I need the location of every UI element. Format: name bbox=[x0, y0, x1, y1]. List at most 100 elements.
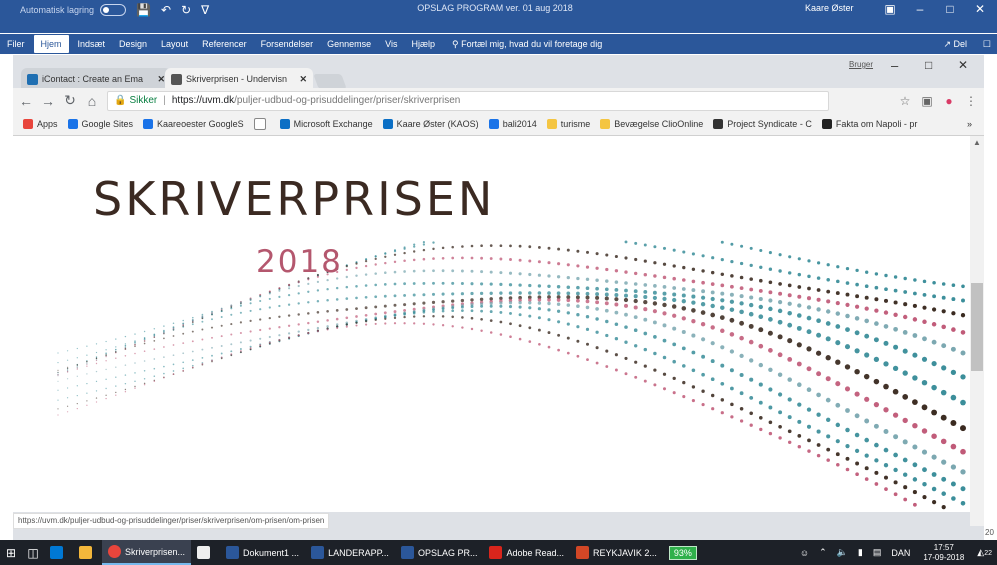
word-minimize-icon[interactable]: – bbox=[905, 0, 935, 19]
taskbar-word-landerapp[interactable]: LANDERAPP... bbox=[305, 540, 395, 565]
wave-dot bbox=[701, 389, 705, 393]
reload-icon[interactable]: ↻ bbox=[61, 92, 79, 109]
task-view-icon[interactable]: ◫ bbox=[22, 546, 44, 560]
wave-dot bbox=[499, 304, 503, 308]
close-tab-icon[interactable]: ✕ bbox=[157, 74, 165, 85]
redo-icon[interactable]: ↻ bbox=[181, 3, 191, 17]
bookmark-napoli[interactable]: Fakta om Napoli - pr bbox=[821, 119, 917, 129]
share-button[interactable]: ↗ Del bbox=[943, 39, 967, 50]
customize-qa-icon[interactable]: ∇ bbox=[201, 3, 209, 17]
home-icon[interactable]: ⌂ bbox=[83, 93, 101, 109]
wave-dot bbox=[249, 330, 252, 333]
bookmark-google-sites[interactable]: Google Sites bbox=[67, 119, 133, 129]
chrome-user-button[interactable]: Bruger bbox=[849, 60, 873, 69]
volume-icon[interactable]: 🔈 bbox=[837, 547, 848, 558]
back-icon[interactable]: ← bbox=[17, 93, 35, 109]
taskbar-chrome[interactable]: Skriverprisen... bbox=[102, 540, 192, 565]
windows-start-icon[interactable]: ⊞ bbox=[0, 546, 22, 560]
close-tab-icon[interactable]: ✕ bbox=[299, 74, 307, 85]
wave-dot bbox=[307, 282, 310, 286]
tab-hjem[interactable]: Hjem bbox=[33, 35, 69, 53]
taskbar-explorer[interactable] bbox=[73, 540, 102, 565]
taskbar-notepad[interactable] bbox=[191, 540, 220, 565]
tab-referencer[interactable]: Referencer bbox=[195, 35, 254, 53]
taskbar-outlook[interactable] bbox=[44, 540, 73, 565]
browser-toolbar: ← → ↻ ⌂ 🔒 Sikker | https://uvm.dk/puljer… bbox=[13, 88, 984, 113]
language-indicator[interactable]: DAN bbox=[891, 548, 910, 558]
people-icon[interactable]: ☺ bbox=[800, 548, 809, 558]
bookmark-label: turisme bbox=[560, 119, 591, 129]
taskbar-label: Skriverprisen... bbox=[125, 546, 186, 557]
undo-icon[interactable]: ↶ bbox=[161, 3, 171, 17]
wave-dot bbox=[95, 359, 98, 361]
bookmark-kaareoester[interactable]: Kaareoester GoogleS bbox=[143, 119, 244, 129]
bookmark-turisme[interactable]: turisme bbox=[546, 119, 591, 129]
comment-icon[interactable]: ☐ bbox=[983, 39, 991, 50]
bookmark-bali[interactable]: bali2014 bbox=[488, 119, 537, 129]
browser-tab-skriverprisen[interactable]: Skriverprisen - Undervisn ✕ bbox=[165, 68, 313, 90]
browser-maximize-icon[interactable]: □ bbox=[925, 58, 932, 72]
tab-hjaelp[interactable]: Hjælp bbox=[405, 35, 443, 53]
word-close-icon[interactable]: ✕ bbox=[965, 0, 995, 19]
taskbar-word-opslag[interactable]: OPSLAG PR... bbox=[395, 540, 484, 565]
tab-indsaet[interactable]: Indsæt bbox=[71, 35, 113, 53]
ribbon-display-icon[interactable]: ▣ bbox=[875, 0, 905, 19]
tab-forsendelser[interactable]: Forsendelser bbox=[254, 35, 321, 53]
wave-dot bbox=[105, 397, 107, 400]
wave-dot bbox=[576, 285, 580, 290]
wave-dot bbox=[153, 348, 156, 350]
taskbar-adobe[interactable]: Adobe Read... bbox=[483, 540, 570, 565]
wave-dot bbox=[921, 356, 928, 362]
browser-minimize-icon[interactable]: – bbox=[891, 58, 898, 73]
word-user-name[interactable]: Kaare Øster bbox=[805, 3, 854, 13]
battery-indicator[interactable]: 93% bbox=[668, 545, 697, 560]
tab-layout[interactable]: Layout bbox=[154, 35, 195, 53]
tell-me-search[interactable]: ⚲ Fortæl mig, hvad du vil foretage dig bbox=[452, 39, 602, 50]
browser-tab-icontact[interactable]: iContact : Create an Ema ✕ bbox=[21, 68, 171, 90]
scroll-up-icon[interactable]: ▲ bbox=[970, 136, 984, 150]
wave-dot bbox=[720, 328, 725, 334]
tab-filer[interactable]: Filer bbox=[0, 35, 32, 53]
wave-dot bbox=[460, 298, 465, 303]
new-tab-button[interactable] bbox=[313, 74, 347, 89]
save-icon[interactable]: 💾 bbox=[136, 3, 151, 17]
notifications-icon[interactable]: ◭22 bbox=[977, 547, 992, 558]
bookmark-page[interactable] bbox=[253, 118, 270, 130]
bookmark-project-syndicate[interactable]: Project Syndicate - C bbox=[713, 119, 812, 129]
network-icon[interactable]: ▤ bbox=[873, 547, 882, 558]
extension-color-icon[interactable]: ● bbox=[940, 94, 958, 108]
wave-dot bbox=[778, 269, 782, 273]
wave-dot bbox=[931, 454, 937, 460]
taskbar-word-dokument1[interactable]: Dokument1 ... bbox=[220, 540, 305, 565]
word-restore-icon[interactable]: □ bbox=[935, 0, 965, 19]
show-hidden-icons-icon[interactable]: ⌃ bbox=[819, 547, 827, 558]
wave-dot bbox=[239, 321, 242, 324]
bookmark-kaos[interactable]: Kaare Øster (KAOS) bbox=[382, 119, 479, 129]
wave-dot bbox=[806, 296, 812, 301]
bookmarks-more-button[interactable]: » bbox=[967, 119, 972, 129]
browser-close-icon[interactable]: ✕ bbox=[958, 58, 968, 72]
lock-icon[interactable]: 🔒 bbox=[114, 95, 126, 106]
battery-icon[interactable]: ▮ bbox=[858, 547, 863, 558]
wave-dot bbox=[249, 309, 252, 312]
taskbar-powerpoint[interactable]: REYKJAVIK 2... bbox=[570, 540, 663, 565]
autosave-toggle[interactable] bbox=[100, 3, 127, 16]
menu-icon[interactable]: ⋮ bbox=[962, 94, 980, 108]
forward-icon[interactable]: → bbox=[39, 93, 57, 109]
wave-dot bbox=[115, 348, 117, 351]
scrollbar-thumb[interactable] bbox=[971, 283, 983, 371]
extension-icon[interactable]: ▣ bbox=[918, 94, 936, 108]
tab-design[interactable]: Design bbox=[112, 35, 154, 53]
bookmark-clioonline[interactable]: Bevægelse ClioOnline bbox=[600, 119, 703, 129]
bookmark-apps[interactable]: Apps bbox=[23, 119, 58, 129]
bookmark-star-icon[interactable]: ☆ bbox=[896, 94, 914, 108]
clock[interactable]: 17:57 17-09-2018 bbox=[923, 543, 964, 563]
wave-dot bbox=[816, 443, 821, 447]
folder-icon bbox=[600, 119, 611, 129]
wave-dot bbox=[576, 298, 580, 303]
bookmark-exchange[interactable]: Microsoft Exchange bbox=[279, 119, 373, 129]
bookmark-label: Kaare Øster (KAOS) bbox=[396, 119, 479, 129]
address-bar[interactable]: 🔒 Sikker | https://uvm.dk/puljer-udbud-o… bbox=[107, 90, 829, 111]
tab-vis[interactable]: Vis bbox=[378, 35, 404, 53]
tab-gennemse[interactable]: Gennemse bbox=[320, 35, 378, 53]
